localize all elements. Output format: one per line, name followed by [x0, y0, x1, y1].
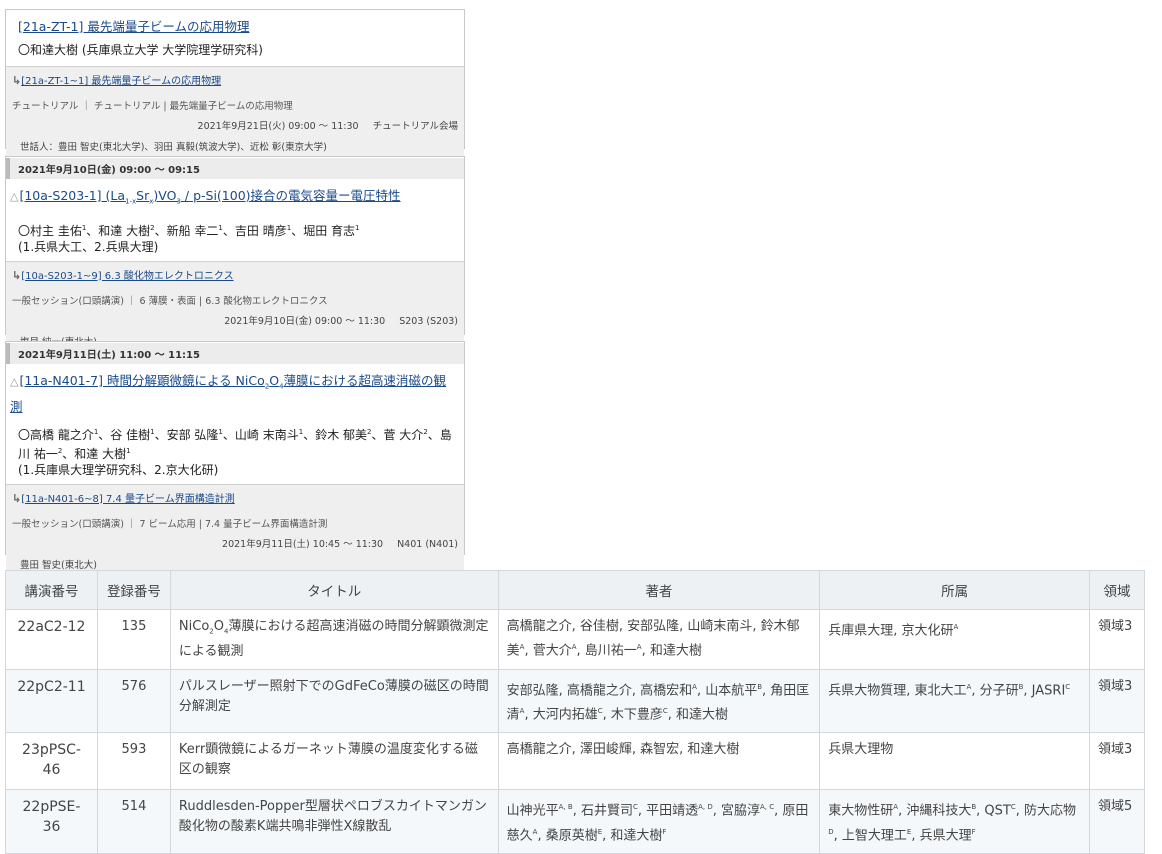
session-category: 一般セッション(口頭講演) ｜ 6 薄膜・表面 | 6.3 酸化物エレクトロニク…	[12, 295, 328, 307]
authors: 〇高橋 龍之介1、谷 佳樹1、安部 弘隆1、山崎 末南斗1、鈴木 郁美2、菅 大…	[18, 427, 452, 477]
session-info: ↳[11a-N401-6~8] 7.4 量子ビーム界面構造計測 一般セッション(…	[6, 483, 464, 577]
session-info: ↳[10a-S203-1~9] 6.3 酸化物エレクトロニクス 一般セッション(…	[6, 260, 464, 354]
table-row: 22pC2-11 576 パルスレーザー照射下でのGdFeCo薄膜の磁区の時間分…	[5, 668, 1146, 734]
session-chair: 豊田 智史(東北大)	[20, 559, 97, 571]
registration-number: 135	[96, 609, 171, 670]
affiliation-cell: 東大物性研A, 沖縄科技大B, QSTC, 防大応物D, 上智大理工E, 兵県大…	[819, 789, 1090, 854]
return-arrow-icon: ↳	[12, 268, 22, 282]
registration-number: 514	[96, 789, 171, 854]
column-header: 登録番号	[96, 570, 171, 610]
presentation-date: 2021年9月11日(土) 11:00 〜 11:15	[6, 343, 464, 364]
column-header: 講演番号	[5, 570, 98, 610]
presentation-link[interactable]: [10a-S203-1] (La1-xSrx)VO3 / p-Si(100)接合…	[19, 188, 400, 206]
registration-number: 593	[96, 732, 171, 791]
authors: 〇和達大樹 (兵庫県立大学 大学院理学研究科)	[18, 43, 263, 57]
session-link[interactable]: [10a-S203-1~9] 6.3 酸化物エレクトロニクス	[21, 271, 233, 282]
column-header: 所属	[819, 570, 1090, 610]
session-card-3: 2021年9月11日(土) 11:00 〜 11:15 △[11a-N401-7…	[5, 341, 465, 577]
table-header-row: 講演番号 登録番号 タイトル 著者 所属 領域	[5, 570, 1146, 610]
authors-cell: 高橋龍之介, 谷佳樹, 安部弘隆, 山崎末南斗, 鈴木郁美A, 菅大介A, 島川…	[497, 609, 821, 670]
triangle-icon: △	[10, 190, 19, 203]
table-row: 22aC2-12 135 NiCo2O4薄膜における超高速消磁の時間分解顕微測定…	[5, 609, 1146, 670]
session-time: 2021年9月10日(金) 09:00 〜 11:30 S203 (S203)	[224, 315, 458, 327]
field-cell: 領域3	[1088, 668, 1146, 734]
authors-cell: 安部弘隆, 高橋龍之介, 高橋宏和A, 山本航平B, 角田匡清A, 大河内拓雄C…	[497, 668, 821, 734]
field-cell: 領域3	[1088, 609, 1146, 670]
presentation-link[interactable]: [21a-ZT-1] 最先端量子ビームの応用物理	[18, 19, 249, 34]
field-cell: 領域5	[1088, 789, 1146, 854]
affiliation-cell: 兵県大理物	[819, 732, 1090, 791]
session-chair: 世話人：豊田 智史(東北大学)、羽田 真毅(筑波大学)、近松 彰(東京大学)	[20, 142, 327, 153]
session-card-1: [21a-ZT-1] 最先端量子ビームの応用物理 〇和達大樹 (兵庫県立大学 大…	[5, 9, 465, 159]
title-cell: Kerr顕微鏡によるガーネット薄膜の温度変化する磁区の観察	[169, 732, 499, 791]
authors-cell: 山神光平A, B, 石井賢司C, 平田靖透A, D, 宮脇淳A, C, 原田慈久…	[497, 789, 821, 854]
return-arrow-icon: ↳	[12, 491, 22, 505]
table-row: 22pPSE-36 514 Ruddlesden-Popper型層状ペロブスカイ…	[5, 789, 1146, 854]
session-info: ↳[21a-ZT-1~1] 最先端量子ビームの応用物理 チュートリアル ｜ チュ…	[6, 66, 464, 159]
session-card-2: 2021年9月10日(金) 09:00 〜 09:15 △[10a-S203-1…	[5, 156, 465, 354]
field-cell: 領域3	[1088, 732, 1146, 791]
title-cell: NiCo2O4薄膜における超高速消磁の時間分解顕微測定による観測	[169, 609, 499, 670]
registration-number: 576	[96, 668, 171, 734]
session-time: 2021年9月21日(火) 09:00 〜 11:30 チュートリアル会場	[197, 121, 458, 132]
presentation-code[interactable]: 22pPSE-36	[5, 789, 98, 854]
column-header: 領域	[1088, 570, 1146, 610]
presentations-table: 講演番号 登録番号 タイトル 著者 所属 領域 22aC2-12 135 NiC…	[5, 570, 1146, 854]
column-header: 著者	[497, 570, 821, 610]
presentation-code[interactable]: 23pPSC-46	[5, 732, 98, 791]
presentation-code[interactable]: 22aC2-12	[5, 609, 98, 670]
title-cell: Ruddlesden-Popper型層状ペロブスカイトマンガン酸化物の酸素K端共…	[169, 789, 499, 854]
affiliation-cell: 兵県大物質理, 東北大工A, 分子研B, JASRIC	[819, 668, 1090, 734]
presentation-date: 2021年9月10日(金) 09:00 〜 09:15	[6, 158, 464, 179]
presentation-link[interactable]: [11a-N401-7] 時間分解顕微鏡による NiCo2O4薄膜における超高速…	[10, 373, 446, 414]
triangle-icon: △	[10, 375, 19, 388]
presentation-code[interactable]: 22pC2-11	[5, 668, 98, 734]
table-row: 23pPSC-46 593 Kerr顕微鏡によるガーネット薄膜の温度変化する磁区…	[5, 732, 1146, 791]
column-header: タイトル	[169, 570, 499, 610]
authors-cell: 高橋龍之介, 澤田峻輝, 森智宏, 和達大樹	[497, 732, 821, 791]
session-link[interactable]: [21a-ZT-1~1] 最先端量子ビームの応用物理	[21, 76, 221, 87]
session-time: 2021年9月11日(土) 10:45 〜 11:30 N401 (N401)	[222, 538, 458, 550]
session-category: チュートリアル ｜ チュートリアル | 最先端量子ビームの応用物理	[12, 101, 293, 112]
session-link[interactable]: [11a-N401-6~8] 7.4 量子ビーム界面構造計測	[21, 494, 235, 505]
authors: 〇村主 圭佑1、和達 大樹2、新船 幸二1、吉田 晴彦1、堀田 育志1 (1.兵県…	[18, 223, 360, 254]
title-cell: パルスレーザー照射下でのGdFeCo薄膜の磁区の時間分解測定	[169, 668, 499, 734]
return-arrow-icon: ↳	[12, 74, 22, 87]
session-category: 一般セッション(口頭講演) ｜ 7 ビーム応用 | 7.4 量子ビーム界面構造計…	[12, 518, 328, 530]
affiliation-cell: 兵庫県大理, 京大化研A	[819, 609, 1090, 670]
